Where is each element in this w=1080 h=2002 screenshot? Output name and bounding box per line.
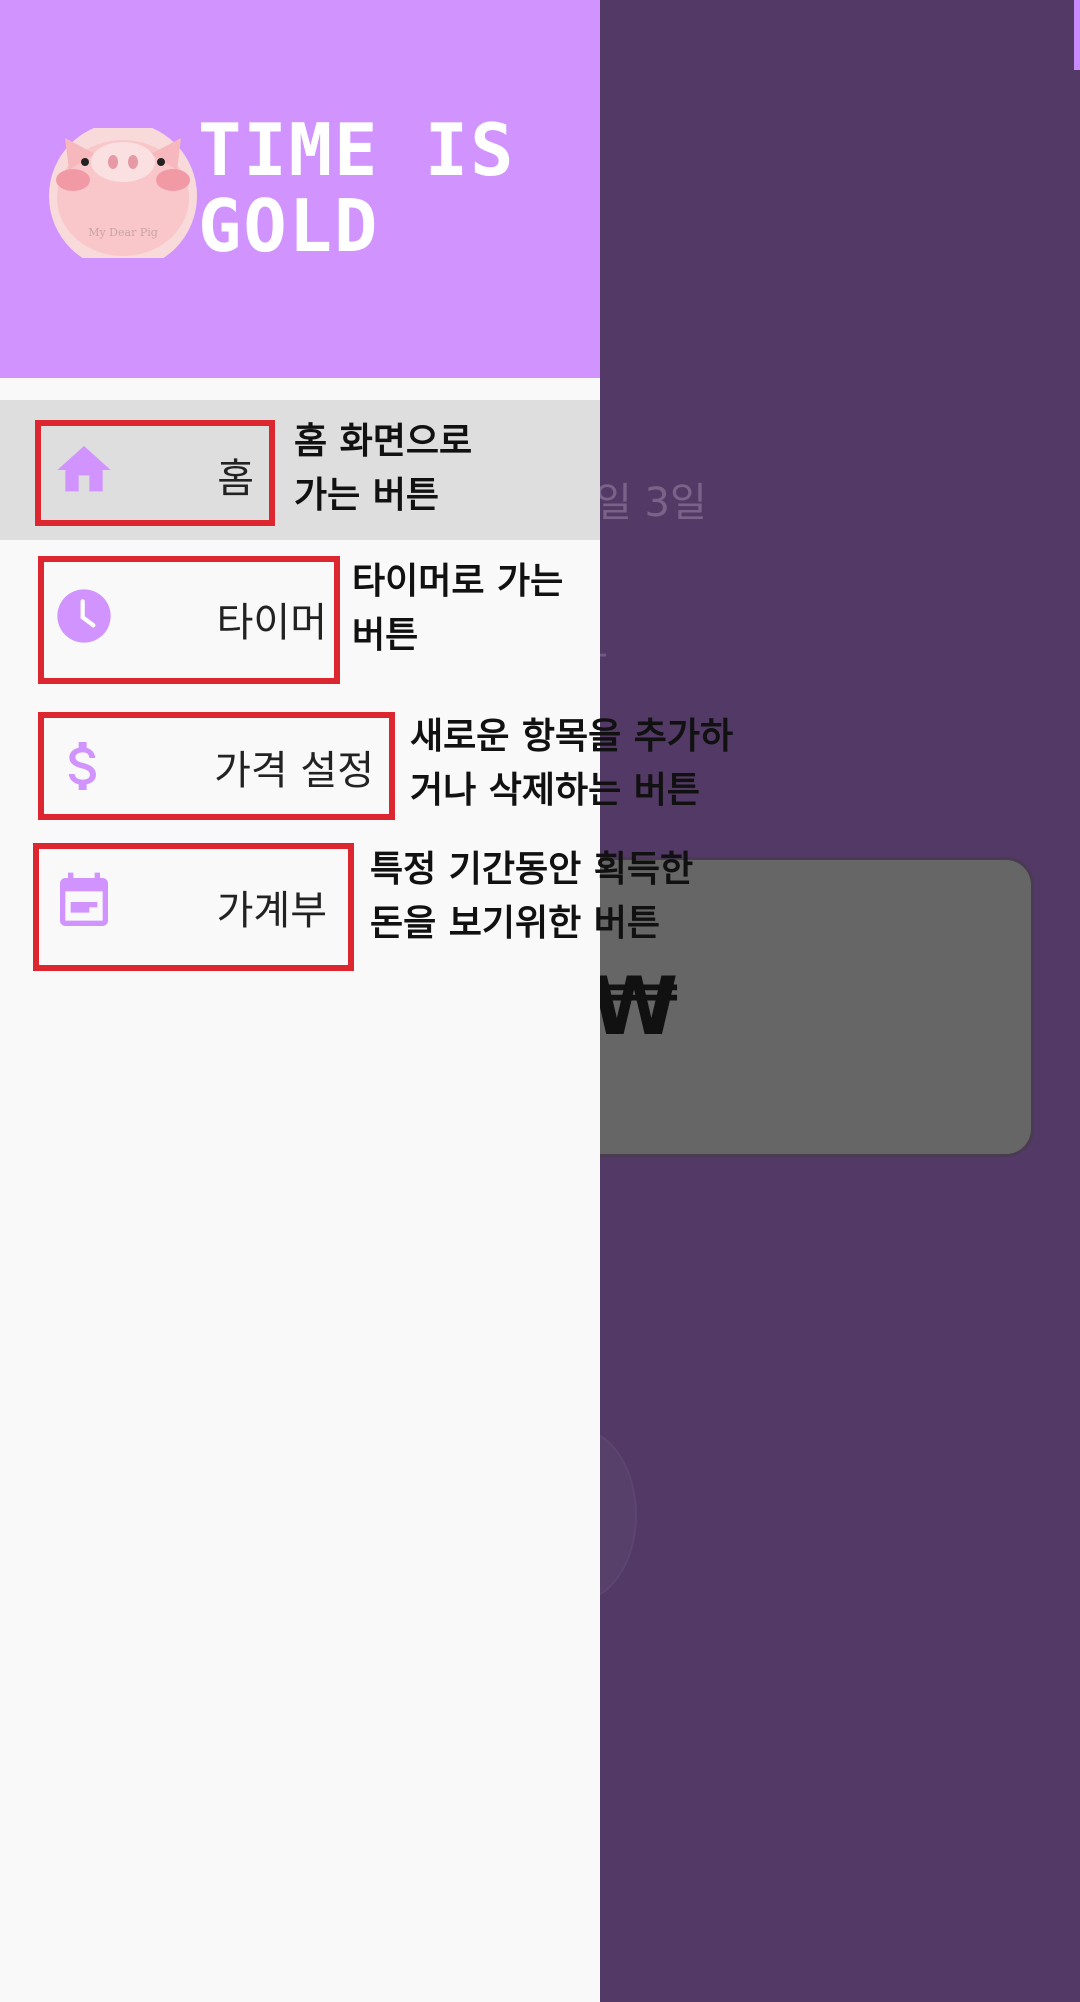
background-accent-edge — [1074, 0, 1080, 70]
drawer-header: My Dear Pig TIME IS GOLD — [0, 0, 600, 378]
background-date-text: 일 3일 — [595, 480, 707, 526]
annotation-note-price-settings: 새로운 항목을 추가하 거나 삭제하는 버튼 — [410, 716, 734, 811]
annotation-box-account-book — [33, 843, 354, 971]
pig-logo: My Dear Pig — [49, 128, 197, 258]
annotation-box-timer — [38, 556, 340, 684]
brand-line-1: TIME IS — [198, 108, 516, 192]
logo-caption: My Dear Pig — [88, 226, 158, 239]
annotation-box-price-settings — [38, 712, 395, 820]
background-won-symbol: ₩ — [590, 960, 679, 1053]
annotation-note-home: 홈 화면으로 가는 버튼 — [294, 421, 473, 516]
brand-line-2: GOLD — [198, 184, 380, 268]
annotation-note-account-book: 특정 기간동안 획득한 돈을 보기위한 버튼 — [370, 849, 694, 944]
annotation-box-home — [35, 420, 275, 526]
app-brand-title: TIME IS GOLD — [198, 112, 518, 264]
navigation-drawer: My Dear Pig TIME IS GOLD 홈 타이머 가격 설정 가계부 — [0, 0, 600, 2002]
annotation-note-timer: 타이머로 가는 버튼 — [352, 561, 564, 656]
